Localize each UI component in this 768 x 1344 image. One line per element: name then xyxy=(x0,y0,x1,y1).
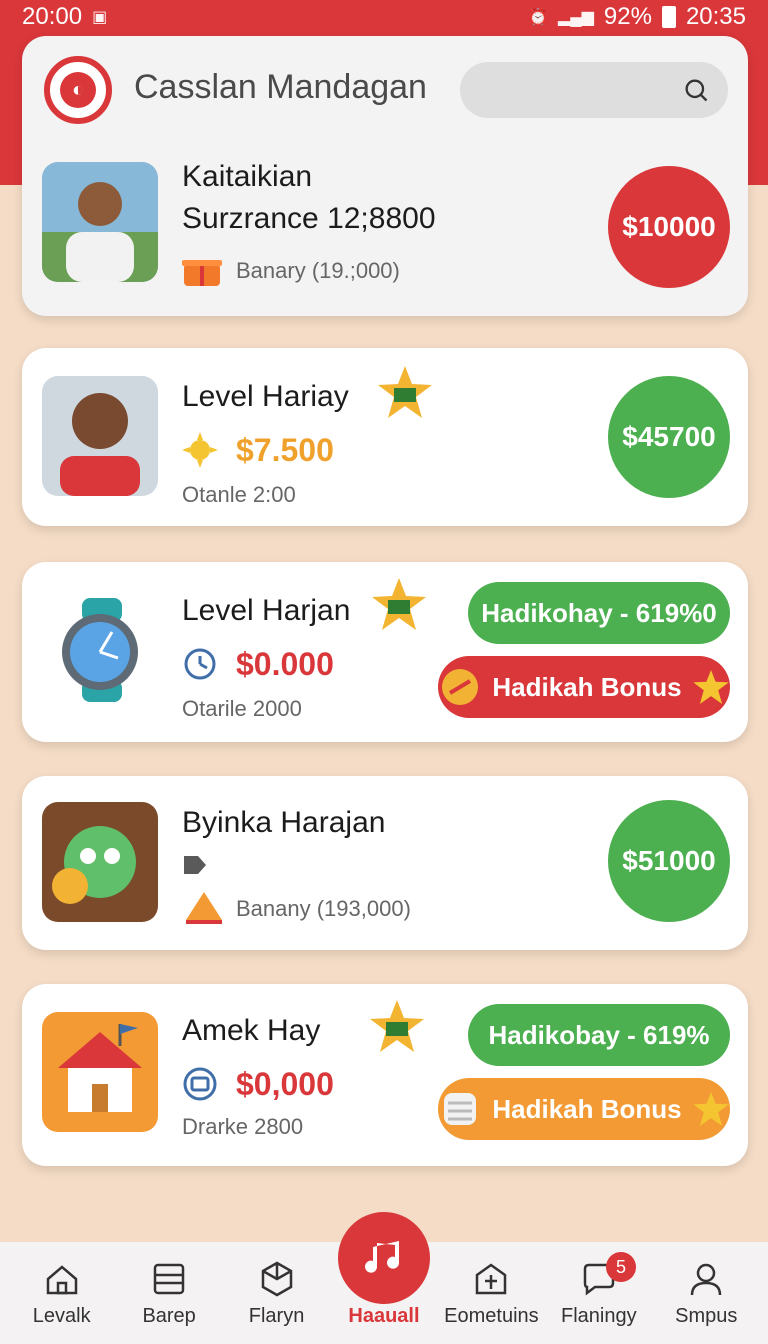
product-image xyxy=(42,1012,158,1132)
header-item-name: Kaitaikian xyxy=(182,160,313,193)
mascot-icon xyxy=(42,802,158,922)
list-item[interactable]: Byinka Harajan Banany (193,000) $51000 xyxy=(22,776,748,950)
house-icon xyxy=(42,1012,158,1132)
nav-label: Haauall xyxy=(348,1304,420,1327)
item-sub: Otarile 2000 xyxy=(182,696,302,721)
home-icon xyxy=(46,1264,77,1294)
nav-label: Smpus xyxy=(675,1304,738,1327)
logo-icon: ◐ xyxy=(60,72,96,108)
nav-item-barep[interactable]: Barep xyxy=(121,1259,217,1328)
product-image xyxy=(42,592,158,712)
person-icon xyxy=(690,1263,722,1295)
nav-item-levalk[interactable]: Levalk xyxy=(14,1259,110,1328)
list-icon xyxy=(153,1263,185,1294)
nav-label: Eometuins xyxy=(444,1304,539,1327)
battery-level: 92% xyxy=(603,3,652,30)
bonus-label: Hadikah Bonus xyxy=(492,1093,682,1124)
nav-label: Flaryn xyxy=(248,1304,305,1327)
item-title: Level Harjan xyxy=(182,594,351,627)
status-time-left: 20:00 xyxy=(22,3,83,30)
cube-icon xyxy=(261,1261,292,1296)
item-title: Byinka Harajan xyxy=(182,806,386,839)
nav-item-flaryn[interactable]: Flaryn xyxy=(229,1259,325,1328)
basket-icon xyxy=(183,1067,217,1101)
header-card: ◐ Casslan Mandagan Kaitaikian Surzrance … xyxy=(22,36,748,316)
tag-icon xyxy=(184,856,206,874)
coin-icon xyxy=(442,669,479,705)
item-sub: Otanle 2:00 xyxy=(182,482,296,507)
bonus-button[interactable]: Hadikah Bonus xyxy=(438,1078,730,1140)
music-fab-button[interactable] xyxy=(338,1212,430,1304)
discount-label: Hadikobay - 619% xyxy=(488,1019,710,1050)
price-button[interactable]: $45700 xyxy=(608,376,730,498)
timer-icon xyxy=(184,648,216,680)
profile-photo xyxy=(42,376,158,496)
nav-label: Flaningy xyxy=(561,1304,637,1327)
notification-badge: 5 xyxy=(606,1252,636,1282)
price-button[interactable]: $51000 xyxy=(608,800,730,922)
star-icon xyxy=(692,1091,729,1127)
list-item[interactable]: Amek Hay $0,000 Drarke 2800 Hadikobay - … xyxy=(22,984,748,1166)
nav-label: Levalk xyxy=(32,1304,91,1327)
list-item[interactable]: Level Harjan $0.000 Otarile 2000 Hadikoh… xyxy=(22,562,748,742)
building-icon xyxy=(476,1262,507,1294)
discount-button[interactable]: Hadikohay - 619%0 xyxy=(468,582,730,644)
nav-item-eometuins[interactable]: Eometuins xyxy=(443,1259,539,1328)
gift-icon xyxy=(182,260,222,286)
price-button[interactable]: $10000 xyxy=(608,166,730,288)
app-title: Casslan Mandagan xyxy=(134,68,427,106)
sun-icon xyxy=(182,432,218,468)
status-bar: 20:00 ▣ ⏰ ▂▄▆ 92% 20:35 xyxy=(0,0,768,34)
star-badge-icon xyxy=(372,578,426,630)
profile-photo[interactable] xyxy=(42,162,158,282)
item-sub: Banany (193,000) xyxy=(236,896,411,921)
battery-icon xyxy=(661,6,676,28)
nav-item-smpus[interactable]: Smpus xyxy=(658,1259,754,1328)
product-image xyxy=(42,802,158,922)
list-item[interactable]: Level Hariay $7.500 Otanle 2:00 $45700 xyxy=(22,348,748,526)
star-icon xyxy=(692,669,729,705)
item-title: Amek Hay xyxy=(182,1014,321,1047)
bonus-label: Hadikah Bonus xyxy=(492,671,682,702)
app-logo[interactable]: ◐ xyxy=(44,56,112,124)
item-price: $7.500 xyxy=(236,432,334,468)
alarm-icon: ⏰ xyxy=(528,9,548,26)
watch-icon xyxy=(42,592,158,712)
signal-icon: ▂▄▆ xyxy=(557,9,594,26)
search-icon[interactable] xyxy=(682,76,710,104)
header-item-surrance: Surzrance 12;8800 xyxy=(182,202,436,235)
person-image xyxy=(42,162,158,282)
discount-button[interactable]: Hadikobay - 619% xyxy=(468,1004,730,1066)
cone-icon xyxy=(186,892,222,924)
search-input[interactable] xyxy=(460,62,728,118)
status-time-right: 20:35 xyxy=(685,3,746,30)
star-badge-icon xyxy=(378,366,432,418)
item-title: Level Hariay xyxy=(182,380,349,413)
bonus-button[interactable]: Hadikah Bonus xyxy=(438,656,730,718)
item-price: $0.000 xyxy=(236,646,334,682)
notification-icon: ▣ xyxy=(92,9,108,26)
nav-label: Barep xyxy=(142,1304,196,1327)
music-icon xyxy=(365,1241,399,1273)
header-item-sub: Banary (19.;000) xyxy=(236,258,400,283)
item-sub: Drarke 2800 xyxy=(182,1114,304,1139)
star-badge-icon xyxy=(370,1000,424,1052)
person-image xyxy=(42,376,158,496)
coins-icon xyxy=(444,1093,477,1125)
item-price: $0,000 xyxy=(236,1066,334,1102)
discount-label: Hadikohay - 619%0 xyxy=(481,597,717,628)
